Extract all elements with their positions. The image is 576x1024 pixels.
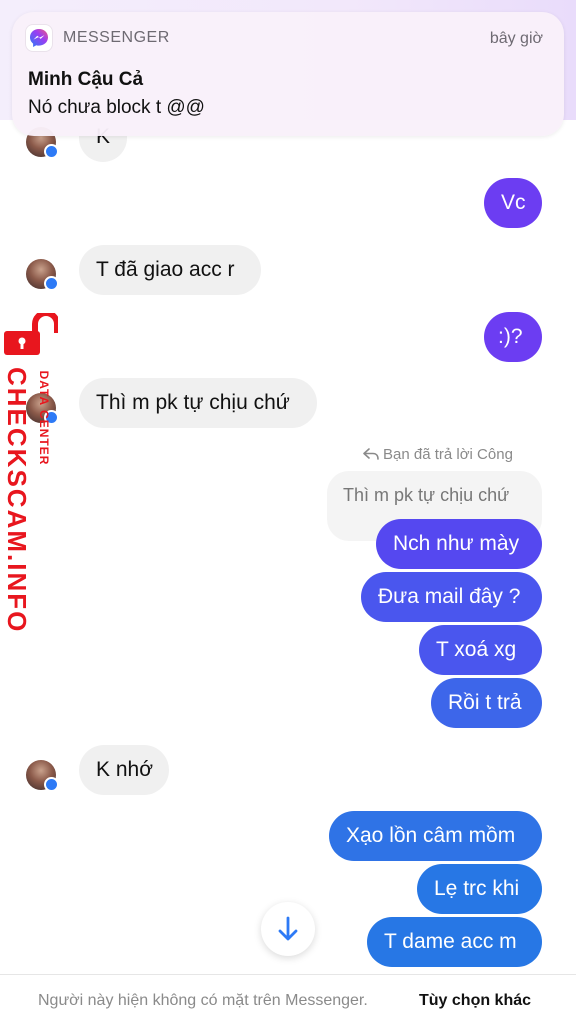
verified-badge-icon [44, 276, 59, 291]
footer-bar: Người này hiện không có mặt trên Messeng… [0, 975, 576, 1024]
incoming-message[interactable]: K nhớ [79, 745, 169, 795]
outgoing-message[interactable]: Vc [484, 178, 542, 228]
outgoing-message[interactable]: Rồi t trả [431, 678, 542, 728]
more-options-link[interactable]: Tùy chọn khác [419, 992, 531, 1010]
outgoing-message[interactable]: T dame acc m [367, 917, 542, 967]
verified-badge-icon [44, 777, 59, 792]
reply-arrow-icon [363, 448, 379, 460]
verified-badge-icon [44, 144, 59, 159]
watermark-subtext: DATA CENTER [37, 370, 51, 466]
lock-icon [4, 313, 58, 355]
outgoing-message[interactable]: :)? [484, 312, 542, 362]
outgoing-message[interactable]: Xạo lồn câm mồm [329, 811, 542, 861]
incoming-message[interactable]: Thì m pk tự chịu chứ [79, 378, 317, 428]
reply-indicator: Bạn đã trả lời Công [363, 446, 513, 463]
incoming-message[interactable]: T đã giao acc r [79, 245, 261, 295]
scroll-to-bottom-button[interactable] [261, 902, 315, 956]
unavailable-notice: Người này hiện không có mặt trên Messeng… [38, 992, 368, 1009]
notification-time: bây giờ [489, 30, 543, 47]
contact-avatar[interactable] [26, 760, 59, 792]
notification-banner[interactable]: MESSENGER bây giờ Minh Cậu Cả Nó chưa bl… [12, 12, 564, 136]
watermark-text: CHECKSCAM.INFO [2, 367, 32, 634]
outgoing-message[interactable]: Đưa mail đây ? [361, 572, 542, 622]
arrow-down-icon [278, 916, 298, 941]
reply-note-text: Bạn đã trả lời Công [383, 446, 513, 463]
outgoing-message[interactable]: T xoá xg [419, 625, 542, 675]
outgoing-message[interactable]: Lẹ trc khi [417, 864, 542, 914]
messenger-icon [26, 25, 52, 51]
outgoing-message[interactable]: Nch như mày [376, 519, 542, 569]
notification-app-name: MESSENGER [63, 29, 170, 46]
notification-message: Nó chưa block t @@ [28, 97, 205, 118]
notification-sender: Minh Cậu Cả [28, 69, 144, 90]
contact-avatar[interactable] [26, 259, 59, 291]
